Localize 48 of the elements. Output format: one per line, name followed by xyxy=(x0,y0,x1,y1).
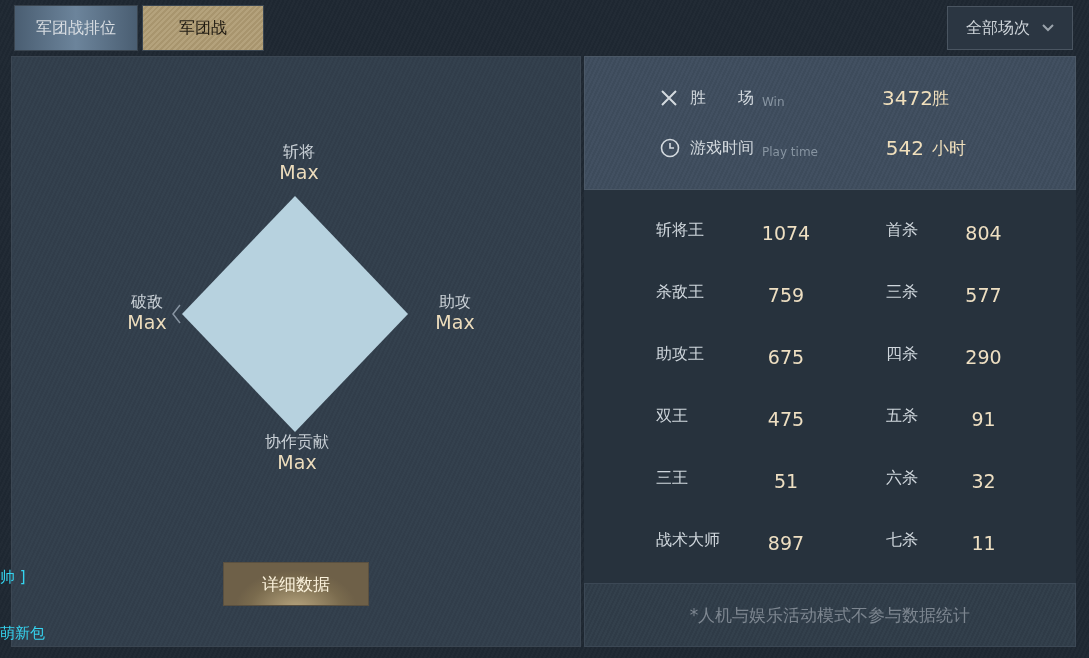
stat-label: 三杀 xyxy=(886,281,919,303)
summary-unit: 小时 xyxy=(932,136,967,160)
stat-value: 475 xyxy=(766,408,806,430)
stat-label: 杀敌王 xyxy=(656,281,705,303)
summary-unit: 胜 xyxy=(932,86,950,110)
axis-label: 斩将 xyxy=(283,142,315,162)
stat-value: 577 xyxy=(964,284,1003,306)
summary-hint: Win xyxy=(762,95,786,109)
stat-label: 四杀 xyxy=(886,343,919,365)
summary-label: 游戏时间 xyxy=(690,137,755,159)
axis-value: Max xyxy=(435,311,475,334)
stat-value: 759 xyxy=(766,284,806,306)
summary-label: 胜 场 xyxy=(690,87,755,109)
stat-label: 助攻王 xyxy=(656,343,705,365)
filter-dropdown[interactable]: 全部场次 xyxy=(947,6,1073,50)
stat-value: 91 xyxy=(970,408,997,430)
stat-label: 战术大师 xyxy=(656,529,721,551)
axis-label: 协作贡献 xyxy=(265,432,329,452)
stat-value: 290 xyxy=(964,346,1003,368)
stat-label: 首杀 xyxy=(886,219,919,241)
tab[interactable]: 军团战 xyxy=(142,5,264,51)
stat-label: 三王 xyxy=(656,467,689,489)
stat-value: 1074 xyxy=(760,222,812,244)
details-button[interactable]: 详细数据 xyxy=(223,562,369,606)
axis-label: 助攻 xyxy=(439,292,471,312)
chevron-down-icon xyxy=(1042,24,1054,32)
stat-value: 675 xyxy=(766,346,806,368)
summary-value: 542 xyxy=(884,136,925,160)
summary-value: 3472 xyxy=(882,86,932,110)
stat-value: 32 xyxy=(970,470,997,492)
stat-value: 11 xyxy=(970,532,997,554)
stat-value: 804 xyxy=(964,222,1003,244)
stat-label: 六杀 xyxy=(886,467,919,489)
clock-icon xyxy=(660,138,680,158)
stat-label: 斩将王 xyxy=(656,219,705,241)
stat-value: 897 xyxy=(766,532,806,554)
stat-label: 七杀 xyxy=(886,529,919,551)
stat-label: 双王 xyxy=(656,405,689,427)
axis-value: Max xyxy=(277,451,317,474)
chat-text: 萌新包 xyxy=(0,624,45,643)
stat-value: 51 xyxy=(772,470,800,492)
axis-value: Max xyxy=(127,311,167,334)
axis-label: 破敌 xyxy=(131,292,163,312)
axis-value: Max xyxy=(279,161,319,184)
stat-label: 五杀 xyxy=(886,405,919,427)
summary-hint: Play time xyxy=(762,145,819,159)
footnote: *人机与娱乐活动模式不参与数据统计 xyxy=(689,603,971,627)
chat-text: 帅 ] xyxy=(0,568,26,587)
